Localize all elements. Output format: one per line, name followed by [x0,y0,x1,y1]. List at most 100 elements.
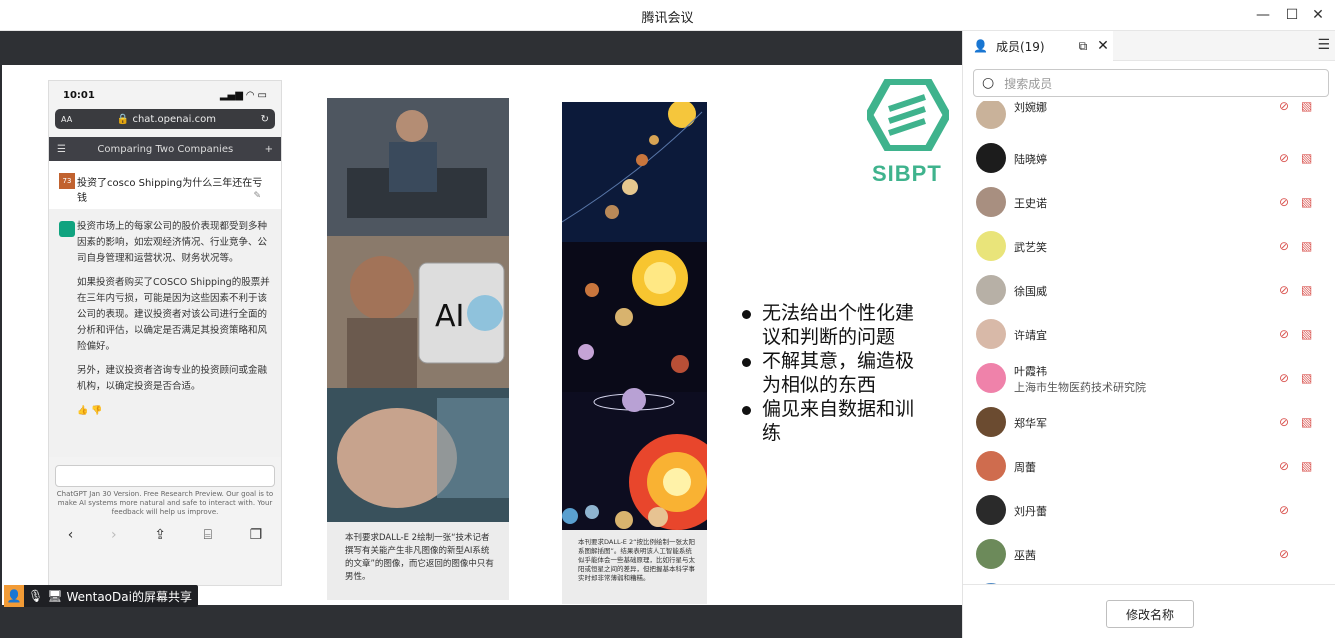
camera-off-icon: ▧ [1301,459,1313,473]
avatar [976,407,1006,437]
member-row[interactable]: 徐国威 ⊘ ▧ [963,269,1335,313]
answer-paragraph-3: 另外，建议投资者咨询专业的投资顾问或金融机构，以确定投资是否合适。 [77,365,268,392]
member-row[interactable]: 叶霞祎 上海市生物医药技术研究院 ⊘ ▧ [963,357,1335,401]
rename-button[interactable]: 修改名称 [1106,600,1194,628]
url-text: 🔒 chat.openai.com [116,113,216,125]
mic-muted-icon: ⊘ [1279,239,1290,253]
share-label: WentaoDai的屏幕共享 [66,589,192,604]
avatar [976,101,1006,129]
avatar [976,275,1006,305]
user-message: 73 投资了cosco Shipping为什么三年还在亏钱 ✎ [49,161,281,209]
mic-muted-icon: ⊘ [1279,371,1290,385]
camera-off-icon: ▧ [1301,283,1313,297]
answer-paragraph-2: 如果投资者购买了COSCO Shipping的股票并在三年内亏损，可能是因为这些… [77,277,270,352]
member-name: 周蕾 [1014,461,1036,474]
members-icon: 👤 [973,39,988,53]
minimize-button[interactable]: — [1251,4,1275,26]
question-text: 投资了cosco Shipping为什么三年还在亏钱 [77,178,263,204]
panel-menu-icon[interactable]: ☰ [1317,37,1330,53]
member-search-input[interactable]: ○ 搜索成员 [973,69,1329,97]
edit-icon: ✎ [253,191,261,201]
assistant-message: 投资市场上的每家公司的股价表现都受到多种因素的影响，如宏观经济情况、行业竞争、公… [49,209,281,457]
window-title: 腾讯会议 [641,11,694,26]
dalle-people-panel: AI 本刊要求DALL-E 2绘制一张“技术记者撰写有关能产生非凡图像的新型AI… [327,98,509,600]
maximize-button[interactable]: ☐ [1280,4,1304,26]
members-tab-label: 成员(19) [995,39,1045,54]
phone-status-bar: 10:01 ▂▄▆ ◠ ▭ [49,81,281,109]
plus-icon: + [264,143,273,155]
avatar [976,539,1006,569]
generated-people-images: AI [327,98,509,522]
member-row[interactable]: 武艺笑 ⊘ ▧ [963,225,1335,269]
member-name: 巫茜 [1014,549,1036,562]
title-bar: 腾讯会议 — ☐ ✕ [0,0,1335,31]
members-footer: 修改名称 [963,584,1335,638]
member-name: 叶霞祎 [1014,365,1047,378]
chatgpt-logo-icon [59,221,75,237]
mic-muted-icon: ⊘ [1279,283,1290,297]
member-row[interactable]: 陆晓婷 ⊘ ▧ [963,137,1335,181]
camera-off-icon: ▧ [1301,371,1313,385]
share-icon: ⇪ [154,527,166,543]
top-band [0,31,962,65]
back-icon: ‹ [67,527,74,543]
close-panel-icon[interactable]: ✕ [1097,38,1109,54]
presentation-slide: 10:01 ▂▄▆ ◠ ▭ AA 🔒 chat.openai.com ↻ ☰ C… [2,65,962,605]
avatar [976,143,1006,173]
screen-share-indicator: 👤 🎙 🖥 WentaoDai的屏幕共享 [4,585,198,607]
reload-icon: ↻ [260,113,269,125]
mic-muted-icon: ⊘ [1279,195,1290,209]
close-button[interactable]: ✕ [1306,4,1330,26]
member-row[interactable]: 郑华军 ⊘ ▧ [963,401,1335,445]
conversation-header: ☰ Comparing Two Companies + [49,137,281,161]
dalle-solar-panel: 本刊要求DALL-E 2“按比例绘制一张太阳系图解插图”。结果表明该人工智能系统… [561,100,725,604]
popout-icon[interactable]: ⧉ [1079,39,1088,54]
phone-url-bar: AA 🔒 chat.openai.com ↻ [55,109,275,129]
camera-off-icon: ▧ [1301,239,1313,253]
avatar [976,319,1006,349]
member-org: 上海市生物医药技术研究院 [1014,381,1146,394]
member-name: 王史诺 [1014,197,1047,210]
avatar [976,451,1006,481]
bookmarks-icon: ⌸ [203,527,212,543]
member-name: 许靖宜 [1014,329,1047,342]
member-row[interactable]: 王史诺 ⊘ ▧ [963,181,1335,225]
member-name: 刘丹蕾 [1014,505,1047,518]
member-row[interactable]: 刘婉娜 ⊘ ▧ [963,101,1335,137]
tab-members[interactable]: 👤 成员(19) ⧉ ✕ [963,31,1113,61]
answer-paragraph-1: 投资市场上的每家公司的股价表现都受到多种因素的影响，如宏观经济情况、行业竞争、公… [77,221,268,264]
member-name: 刘婉娜 [1014,101,1047,114]
member-row[interactable]: 刘丹蕾 ⊘ [963,489,1335,533]
ai-screen-text: AI [435,299,464,334]
caption-solar: 本刊要求DALL-E 2“按比例绘制一张太阳系图解插图”。结果表明该人工智能系统… [578,538,695,582]
sibpt-logo-icon [867,79,949,151]
camera-off-icon: ▧ [1301,195,1313,209]
member-row[interactable]: 巫茜 ⊘ [963,533,1335,577]
signal-icon: ▂▄▆ ◠ ▭ [219,89,267,101]
phone-browser-toolbar: ‹ › ⇪ ⌸ ❐ [49,520,281,550]
avatar [976,187,1006,217]
url: chat.openai.com [132,113,216,125]
mic-muted-icon: ⊘ [1279,547,1290,561]
thumbs-icons: 👍 👎 [77,406,103,416]
phone-footer-note: ChatGPT Jan 30 Version. Free Research Pr… [56,490,274,516]
member-row[interactable]: 周蕾 ⊘ ▧ [963,445,1335,489]
bullet-2: 不解其意，编造极为相似的东西 [740,349,920,397]
member-row[interactable]: 许靖宜 ⊘ ▧ [963,313,1335,357]
sibpt-logo-text: SIBPT [872,161,942,186]
member-name: 陆晓婷 [1014,153,1047,166]
text-size-icon: AA [61,114,73,124]
members-header: 👤 成员(19) ⧉ ✕ ☰ [963,31,1335,61]
mic-muted-icon: ⊘ [1279,327,1290,341]
member-name: 郑华军 [1014,417,1047,430]
members-panel: 👤 成员(19) ⧉ ✕ ☰ ○ 搜索成员 刘婉娜 ⊘ ▧ 陆晓婷 ⊘ ▧ 王史… [962,31,1335,638]
mic-muted-icon: ⊘ [1279,459,1290,473]
camera-off-icon: ▧ [1301,151,1313,165]
caption-people: 本刊要求DALL-E 2绘制一张“技术记者撰写有关能产生非凡图像的新型AI系统的… [345,533,494,582]
forward-icon: › [111,527,117,543]
member-list: 刘婉娜 ⊘ ▧ 陆晓婷 ⊘ ▧ 王史诺 ⊘ ▧ 武艺笑 ⊘ ▧ 徐国威 ⊘ ▧ [963,101,1335,591]
menu-icon: ☰ [57,143,66,155]
limitations-list: 无法给出个性化建议和判断的问题 不解其意，编造极为相似的东西 偏见来自数据和训练 [740,301,920,445]
bottom-band [0,605,962,638]
avatar [976,231,1006,261]
